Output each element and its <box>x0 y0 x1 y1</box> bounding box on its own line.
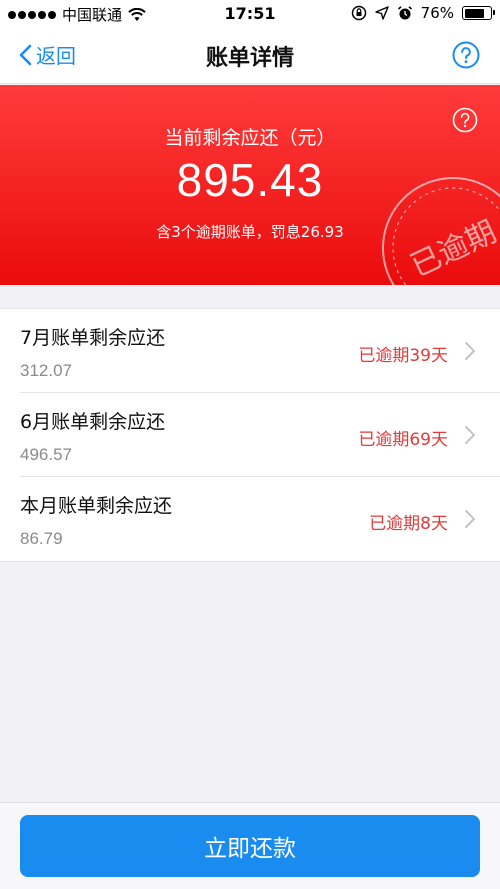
nav-bar: 返回 账单详情 <box>0 28 500 84</box>
question-circle-icon[interactable] <box>452 41 480 69</box>
bill-title: 6月账单剩余应还 <box>20 411 166 433</box>
chevron-right-icon <box>465 342 475 360</box>
chevron-right-icon <box>465 426 475 444</box>
bill-row[interactable]: 本月账单剩余应还 86.79 已逾期8天 <box>0 477 500 561</box>
bill-row[interactable]: 7月账单剩余应还 312.07 已逾期39天 <box>0 309 500 393</box>
rotation-lock-icon <box>351 5 366 21</box>
bottom-action-bar: 立即还款 <box>0 802 500 889</box>
location-icon <box>374 6 389 20</box>
chevron-right-icon <box>465 510 475 528</box>
battery-fill <box>464 8 484 18</box>
battery-icon <box>462 6 495 20</box>
status-bar: 中国联通 17:51 76% <box>0 0 500 28</box>
stamp-text: 已逾期 <box>405 214 500 284</box>
bill-amount: 86.79 <box>20 529 63 548</box>
overdue-status: 已逾期39天 <box>358 346 448 366</box>
bill-title: 7月账单剩余应还 <box>20 327 166 349</box>
status-right: 76% <box>351 4 495 22</box>
bill-list: 7月账单剩余应还 312.07 已逾期39天 6月账单剩余应还 496.57 已… <box>0 308 500 562</box>
battery-percent: 76% <box>420 4 454 22</box>
alarm-icon <box>397 6 412 20</box>
bill-amount: 312.07 <box>20 361 72 380</box>
page-title: 账单详情 <box>205 46 294 71</box>
overdue-status: 已逾期8天 <box>369 514 448 534</box>
repay-now-button[interactable]: 立即还款 <box>20 815 480 877</box>
bill-title: 本月账单剩余应还 <box>20 495 173 517</box>
balance-label: 当前剩余应还（元） <box>164 127 336 149</box>
bill-row[interactable]: 6月账单剩余应还 496.57 已逾期69天 <box>0 393 500 477</box>
balance-summary: 当前剩余应还（元） 895.43 含3个逾期账单，罚息26.93 已逾期 <box>0 85 500 285</box>
overdue-status: 已逾期69天 <box>358 430 448 450</box>
bill-amount: 496.57 <box>20 445 72 464</box>
